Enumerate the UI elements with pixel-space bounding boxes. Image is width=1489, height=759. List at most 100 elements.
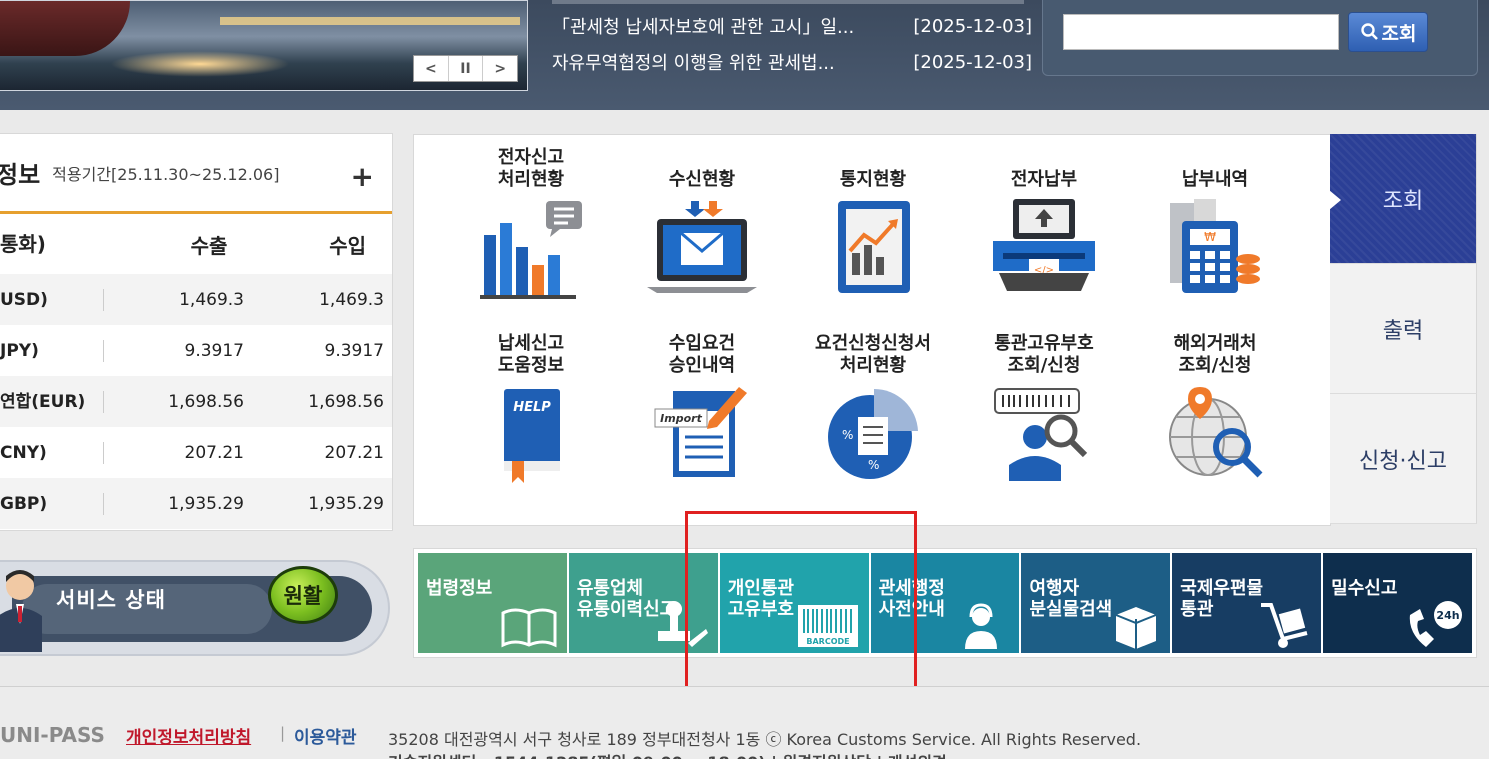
import-rate: 207.21	[324, 442, 384, 463]
news-title[interactable]: 「관세청 납세자보호에 관한 고시」일...	[552, 13, 892, 39]
service-customs-code[interactable]: 통관고유부호 조회/신청	[959, 331, 1129, 495]
service-label: 납부내역	[1181, 169, 1249, 190]
service-label: 전자납부	[1010, 169, 1078, 190]
import-rate: 9.3917	[324, 340, 384, 361]
search-button[interactable]: 조회	[1348, 12, 1428, 52]
footer-address: 35208 대전광역시 서구 청사로 189 정부대전청사 1동 ⓒ Korea…	[388, 730, 1142, 749]
table-row: CNY) 207.21 207.21	[0, 427, 392, 478]
search-input[interactable]	[1063, 14, 1339, 50]
svg-text:₩: ₩	[1204, 230, 1216, 244]
currency-name: GBP)	[0, 492, 104, 515]
column-export: 수출	[190, 233, 228, 258]
ship-graphic	[0, 1, 130, 56]
news-title[interactable]: 자유무역협정의 이행을 위한 관세법...	[552, 49, 892, 75]
search-button-label: 조회	[1381, 22, 1417, 45]
quick-link-lost-items[interactable]: 여행자 분실물검색	[1021, 553, 1171, 653]
service-e-declaration-status[interactable]: 전자신고 처리현황	[446, 145, 616, 309]
column-import: 수입	[329, 233, 366, 258]
globe-search-icon	[1169, 387, 1263, 478]
phone-24h-icon: 24h	[1409, 601, 1463, 647]
service-overseas-partner[interactable]: 해외거래처 조회/신청	[1130, 331, 1300, 495]
service-label: 납세신고 도움정보	[497, 333, 565, 376]
privacy-policy-link[interactable]: 개인정보처리방침	[126, 723, 251, 748]
quick-link-smuggling-report[interactable]: 밀수신고 24h	[1323, 553, 1473, 653]
open-book-icon	[501, 608, 557, 648]
quick-links: 법령정보 유통업체 유통이력신고 개인통관 고유부호 BARCODE 관세행정 …	[413, 548, 1477, 658]
hand-truck-icon	[1261, 603, 1308, 648]
tab-apply-declare[interactable]: 신청·신고	[1330, 394, 1477, 524]
table-row: USD) 1,469.3 1,469.3	[0, 274, 392, 325]
exchange-rate-columns: 통화) 수출 수입	[0, 214, 392, 274]
service-label: 수입요건 승인내역	[668, 333, 736, 376]
service-notice-status[interactable]: 통지현황	[788, 145, 958, 309]
import-rate: 1,935.29	[308, 493, 384, 514]
barcode-person-search-icon	[994, 388, 1088, 481]
service-payment-history[interactable]: 납부내역 ₩	[1130, 145, 1300, 309]
footer-logo: UNI-PASS	[0, 723, 105, 747]
currency-name: 연합(EUR)	[0, 390, 104, 413]
import-rate: 1,469.3	[319, 289, 384, 310]
table-row: JPY) 9.3917 9.3917	[0, 325, 392, 376]
pie-document-icon: %%	[828, 388, 918, 479]
customs-officer-avatar-icon	[0, 570, 42, 652]
news-item[interactable]: 자유무역협정의 이행을 위한 관세법... [2025-12-03]	[552, 44, 1032, 80]
footer-tech-support: 기술지원센터 : 1544-1285(평일 09:00 ~ 18:00) | 원…	[388, 749, 947, 759]
exchange-rate-period: 적용기간[25.11.30~25.12.06]	[52, 164, 280, 184]
news-divider	[552, 0, 1024, 4]
quick-link-international-mail[interactable]: 국제우편물 통관	[1172, 553, 1322, 653]
news-list: 「관세청 납세자보호에 관한 고시」일... [2025-12-03] 자유무역…	[552, 0, 1032, 80]
tab-print[interactable]: 출력	[1330, 264, 1477, 394]
report-clipboard-icon	[838, 201, 910, 293]
service-label: 통관고유부호 조회/신청	[994, 333, 1094, 376]
pier-lights-graphic	[220, 17, 520, 25]
search-panel: 조회	[1042, 0, 1478, 76]
export-rate: 1,698.56	[168, 391, 244, 412]
quick-link-label: 법령정보	[426, 578, 493, 599]
export-rate: 1,469.3	[179, 289, 244, 310]
banner-image[interactable]: < II >	[0, 0, 528, 91]
exchange-rate-title: 정보	[0, 161, 41, 189]
quick-link-label: 밀수신고	[1331, 578, 1398, 599]
svg-text:HELP: HELP	[513, 400, 551, 415]
service-label: 요건신청신청서 처리현황	[815, 333, 931, 376]
column-currency: 통화)	[0, 233, 46, 255]
slide-controls: < II >	[413, 55, 518, 82]
exchange-rate-header: 정보 적용기간[25.11.30~25.12.06] +	[0, 134, 392, 214]
currency-name: USD)	[0, 288, 104, 311]
footer: UNI-PASS 개인정보처리방침 | 이용약관 35208 대전광역시 서구 …	[0, 686, 1489, 759]
tab-inquiry[interactable]: 조회	[1329, 134, 1477, 264]
exchange-rate-rows: USD) 1,469.3 1,469.3 JPY) 9.3917 9.3917 …	[0, 274, 392, 529]
bar-chart-icon	[480, 201, 582, 299]
currency-name: JPY)	[0, 339, 104, 362]
currency-name: CNY)	[0, 441, 104, 464]
service-status-label: 서비스 상태	[56, 588, 166, 612]
terms-link[interactable]: 이용약관	[294, 723, 357, 748]
news-date: [2025-12-03]	[913, 15, 1032, 37]
service-tax-help[interactable]: 납세신고 도움정보 HELP	[446, 331, 616, 495]
news-item[interactable]: 「관세청 납세자보호에 관한 고시」일... [2025-12-03]	[552, 8, 1032, 44]
service-receive-status[interactable]: 수신현황	[617, 145, 787, 309]
lost-box-icon	[1115, 607, 1157, 649]
export-rate: 207.21	[184, 442, 244, 463]
more-plus-icon[interactable]: +	[351, 160, 374, 193]
slide-pause-button[interactable]: II	[449, 56, 484, 81]
service-e-payment[interactable]: 전자납부 </>	[959, 145, 1129, 309]
svg-text:%: %	[842, 428, 853, 442]
slide-next-button[interactable]: >	[483, 56, 517, 81]
import-rate: 1,698.56	[308, 391, 384, 412]
service-label: 수신현황	[668, 169, 736, 190]
highlight-annotation-box	[685, 511, 917, 690]
calculator-receipt-icon: ₩	[1170, 199, 1260, 293]
quick-link-law-info[interactable]: 법령정보	[418, 553, 567, 653]
exchange-rate-panel: 정보 적용기간[25.11.30~25.12.06] + 통화) 수출 수입 U…	[0, 133, 393, 531]
service-label: 통지현황	[839, 169, 907, 190]
news-date: [2025-12-03]	[913, 51, 1032, 73]
svg-text:Import: Import	[660, 412, 702, 425]
slide-prev-button[interactable]: <	[414, 56, 449, 81]
service-requirement-status[interactable]: 요건신청신청서 처리현황 %%	[788, 331, 958, 495]
svg-text:24h: 24h	[1436, 609, 1459, 622]
service-import-approval[interactable]: 수입요건 승인내역 Import	[617, 331, 787, 495]
light-reflection-graphic	[110, 51, 290, 77]
service-label: 해외거래처 조회/신청	[1173, 333, 1257, 376]
table-row: GBP) 1,935.29 1,935.29	[0, 478, 392, 529]
